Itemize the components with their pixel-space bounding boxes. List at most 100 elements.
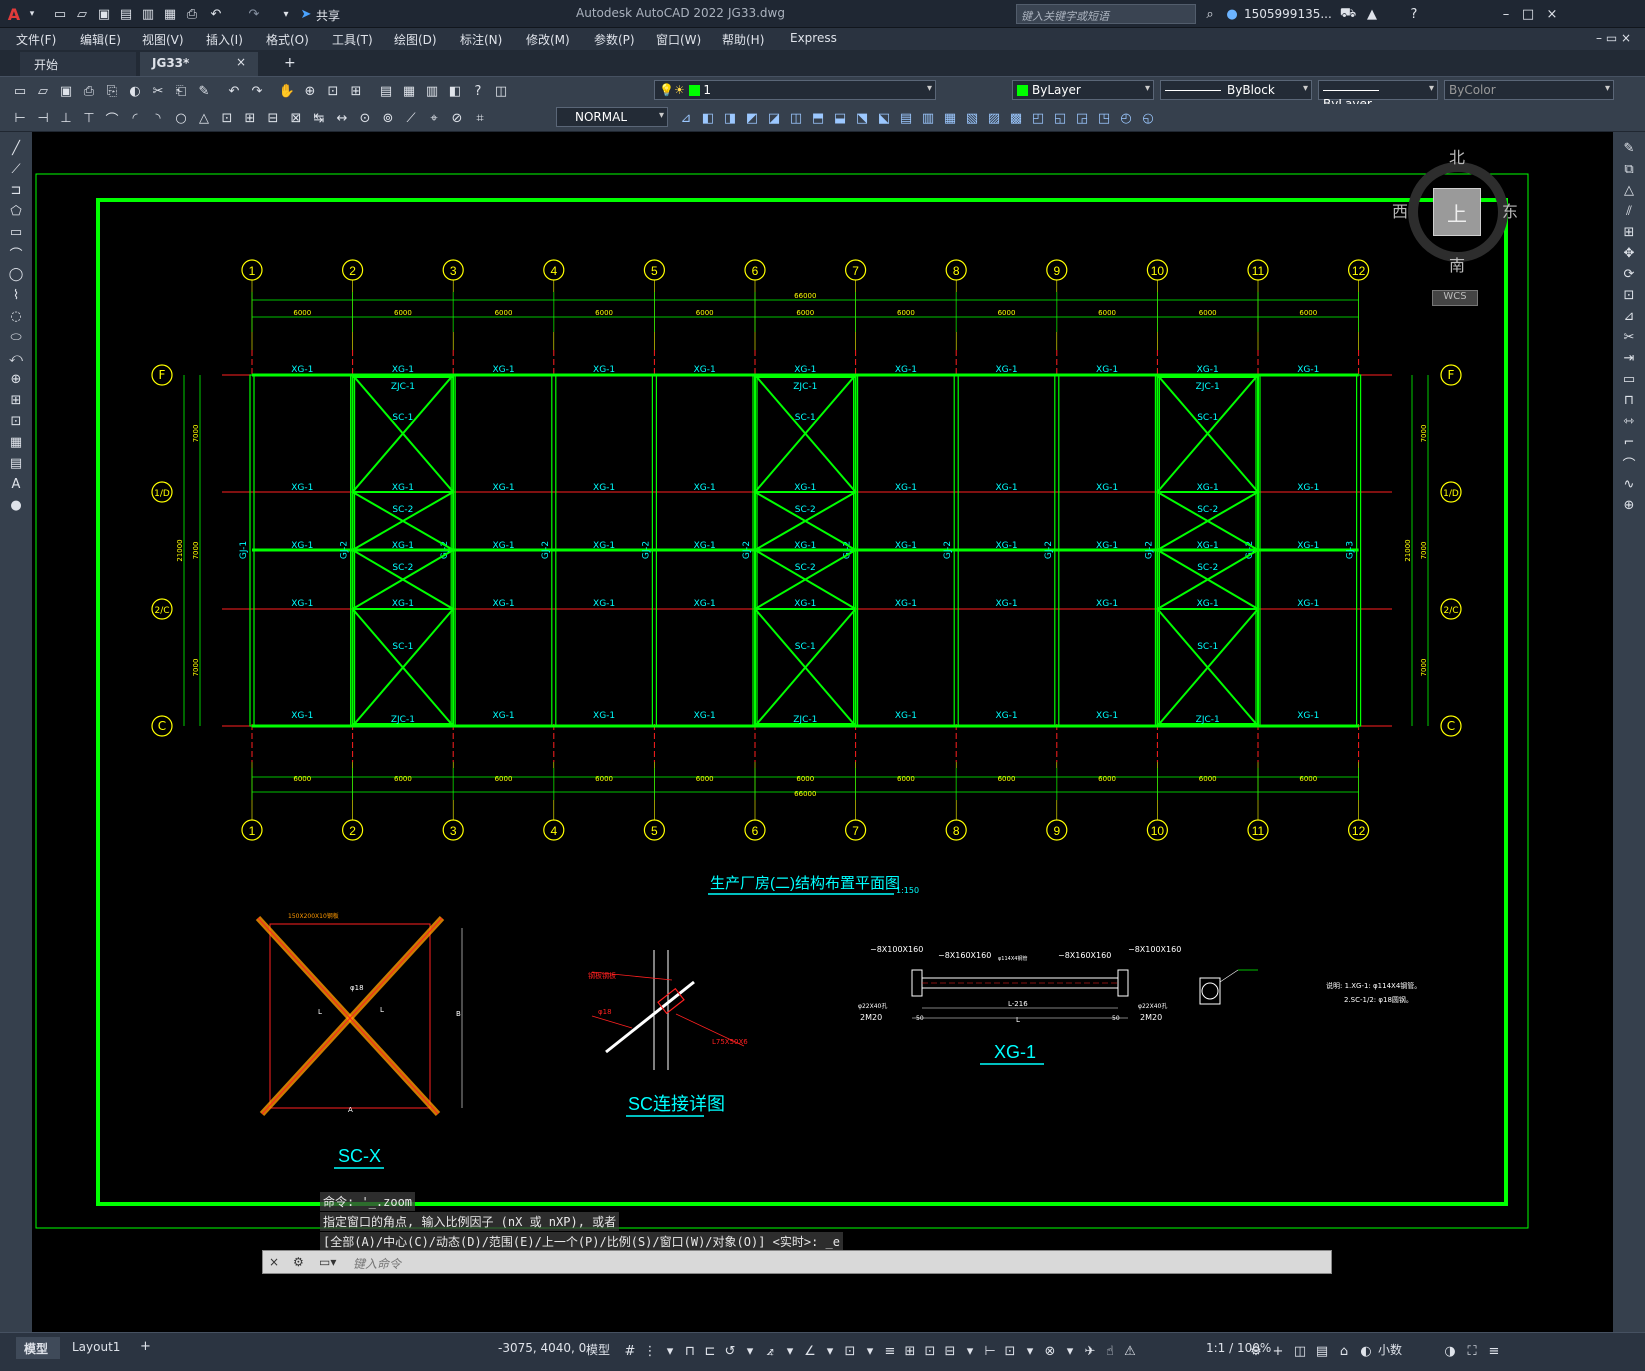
open-icon[interactable]: ▱ (72, 4, 92, 24)
status-toggle-23-icon[interactable]: ✈ (1080, 1341, 1100, 1361)
help-icon[interactable]: ? (468, 81, 488, 101)
layer-on-icon[interactable]: 💡☀ (659, 83, 685, 97)
modify-tool-17-icon[interactable]: ⊕ (1619, 495, 1639, 515)
menu-item-12[interactable]: Express (790, 31, 837, 45)
dim-tool-2-icon[interactable]: ⊥ (56, 108, 76, 128)
command-line[interactable]: × ⚙ ▭▾ 键入命令 (262, 1250, 1332, 1274)
modify-tool-15-icon[interactable]: ⌒ (1619, 453, 1639, 473)
dim-tool-5-icon[interactable]: ◜ (125, 108, 145, 128)
status-toggle-18-icon[interactable]: ⊢ (980, 1341, 1000, 1361)
drawing-window-controls[interactable]: – ▭ × (1596, 31, 1631, 45)
dim-tool-13-icon[interactable]: ↹ (309, 108, 329, 128)
dim-tool-14-icon[interactable]: ↔ (332, 108, 352, 128)
menu-item-0[interactable]: 文件(F) (16, 31, 56, 48)
status-toggle-10-icon[interactable]: ▾ (820, 1341, 840, 1361)
zoom-previous-icon[interactable]: ⊞ (346, 81, 366, 101)
sheet-set-icon[interactable]: ◧ (445, 81, 465, 101)
tool-palettes-icon[interactable]: ▥ (422, 81, 442, 101)
menu-item-3[interactable]: 插入(I) (206, 31, 243, 48)
status-toggle-8-icon[interactable]: ▾ (780, 1341, 800, 1361)
modify-tool-16-icon[interactable]: ∿ (1619, 474, 1639, 494)
tab-start[interactable]: 开始 (20, 52, 136, 76)
draw-tool-6-icon[interactable]: ◯ (6, 264, 26, 284)
draw-tool-17-icon[interactable]: ● (6, 495, 26, 515)
save-icon[interactable]: ▣ (56, 81, 76, 101)
dim-tool-11-icon[interactable]: ⊟ (263, 108, 283, 128)
view-tool-12-icon[interactable]: ▦ (940, 108, 960, 128)
modify-tool-10-icon[interactable]: ⇥ (1619, 348, 1639, 368)
share-icon[interactable]: ➤ (296, 4, 316, 24)
dim-tool-18-icon[interactable]: ⌖ (424, 108, 444, 128)
command-customize-icon[interactable]: ⚙ (293, 1255, 304, 1269)
plotstyle-dropdown[interactable]: ByColor ▾ (1444, 80, 1614, 100)
view-tool-18-icon[interactable]: ◲ (1072, 108, 1092, 128)
draw-tool-15-icon[interactable]: ▤ (6, 453, 26, 473)
menu-item-4[interactable]: 格式(O) (266, 31, 309, 48)
viewcube-west[interactable]: 西 (1392, 198, 1408, 222)
dim-tool-0-icon[interactable]: ⊢ (10, 108, 30, 128)
view-tool-10-icon[interactable]: ▤ (896, 108, 916, 128)
linetype-dropdown[interactable]: ByBlock ▾ (1160, 80, 1312, 100)
status-toggle-19-icon[interactable]: ⊡ (1000, 1341, 1020, 1361)
pan-icon[interactable]: ✋ (277, 81, 297, 101)
user-icon[interactable]: ● (1222, 4, 1242, 24)
coordinates-readout[interactable]: -3075, 4040, 0 (498, 1341, 586, 1355)
qat-dropdown-icon[interactable]: ▾ (276, 4, 296, 24)
status-toggle-16-icon[interactable]: ⊟ (940, 1341, 960, 1361)
viewcube-top-face[interactable]: 上 (1433, 188, 1481, 236)
view-tool-14-icon[interactable]: ▨ (984, 108, 1004, 128)
dim-tool-6-icon[interactable]: ◝ (148, 108, 168, 128)
dim-tool-3-icon[interactable]: ⊤ (79, 108, 99, 128)
draw-tool-14-icon[interactable]: ▦ (6, 432, 26, 452)
layer-dropdown[interactable]: 💡☀ 1 ▾ (654, 80, 936, 100)
view-tool-9-icon[interactable]: ⬕ (874, 108, 894, 128)
minimize-button[interactable]: – (1496, 4, 1516, 24)
modify-tool-1-icon[interactable]: ⧉ (1619, 159, 1639, 179)
modify-tool-6-icon[interactable]: ⟳ (1619, 264, 1639, 284)
dim-tool-17-icon[interactable]: ⟋ (401, 108, 421, 128)
status-toggle-14-icon[interactable]: ⊞ (900, 1341, 920, 1361)
viewcube-south[interactable]: 南 (1449, 252, 1465, 276)
dim-tool-7-icon[interactable]: ○ (171, 108, 191, 128)
draw-tool-1-icon[interactable]: ⟋ (6, 159, 26, 179)
add-layout-icon[interactable]: + (140, 1339, 151, 1354)
status-toggle-17-icon[interactable]: ▾ (960, 1341, 980, 1361)
view-tool-11-icon[interactable]: ▥ (918, 108, 938, 128)
status-toggle-3-icon[interactable]: ⊓ (680, 1341, 700, 1361)
view-tool-5-icon[interactable]: ◫ (786, 108, 806, 128)
view-tool-3-icon[interactable]: ◩ (742, 108, 762, 128)
app-menu-chevron-icon[interactable]: ▾ (22, 4, 42, 24)
dim-tool-8-icon[interactable]: △ (194, 108, 214, 128)
save-as-icon[interactable]: ▤ (116, 4, 136, 24)
view-tool-8-icon[interactable]: ⬔ (852, 108, 872, 128)
new-tab-icon[interactable]: + (284, 55, 296, 71)
status-toggle-6-icon[interactable]: ▾ (740, 1341, 760, 1361)
menu-item-8[interactable]: 修改(M) (526, 31, 570, 48)
dim-tool-10-icon[interactable]: ⊞ (240, 108, 260, 128)
undo-icon[interactable]: ↶ (206, 4, 226, 24)
redo-icon[interactable]: ↷ (247, 81, 267, 101)
draw-tool-12-icon[interactable]: ⊞ (6, 390, 26, 410)
modify-tool-8-icon[interactable]: ⊿ (1619, 306, 1639, 326)
units-selector[interactable]: 小数 (1378, 1341, 1402, 1358)
dimstyle-dropdown[interactable]: NORMAL ▾ (556, 107, 668, 127)
status-toggle-13-icon[interactable]: ≡ (880, 1341, 900, 1361)
drawing-canvas[interactable]: 1 1 2 2 3 3 4 4 5 5 6 6 7 7 8 8 9 9 10 10 11 11 12 12 66000 66000… (32, 132, 1613, 1332)
status-toggle-21-icon[interactable]: ⊗ (1040, 1341, 1060, 1361)
view-tool-13-icon[interactable]: ▧ (962, 108, 982, 128)
status-toggle-2-icon[interactable]: ▾ (660, 1341, 680, 1361)
view-tool-2-icon[interactable]: ◨ (720, 108, 740, 128)
view-tool-0-icon[interactable]: ⊿ (676, 108, 696, 128)
tab-close-icon[interactable]: × (236, 55, 246, 69)
dim-tool-15-icon[interactable]: ⊙ (355, 108, 375, 128)
draw-tool-13-icon[interactable]: ⊡ (6, 411, 26, 431)
draw-tool-4-icon[interactable]: ▭ (6, 222, 26, 242)
save-icon[interactable]: ▣ (94, 4, 114, 24)
view-tool-4-icon[interactable]: ◪ (764, 108, 784, 128)
tab-model[interactable]: 模型 (16, 1337, 60, 1359)
lineweight-dropdown[interactable]: ByLayer▾ (1318, 80, 1438, 111)
draw-tool-0-icon[interactable]: ╱ (6, 138, 26, 158)
model-space-button[interactable]: 模型 (586, 1341, 610, 1358)
view-tool-15-icon[interactable]: ▩ (1006, 108, 1026, 128)
status-toggle-4-icon[interactable]: ⊏ (700, 1341, 720, 1361)
